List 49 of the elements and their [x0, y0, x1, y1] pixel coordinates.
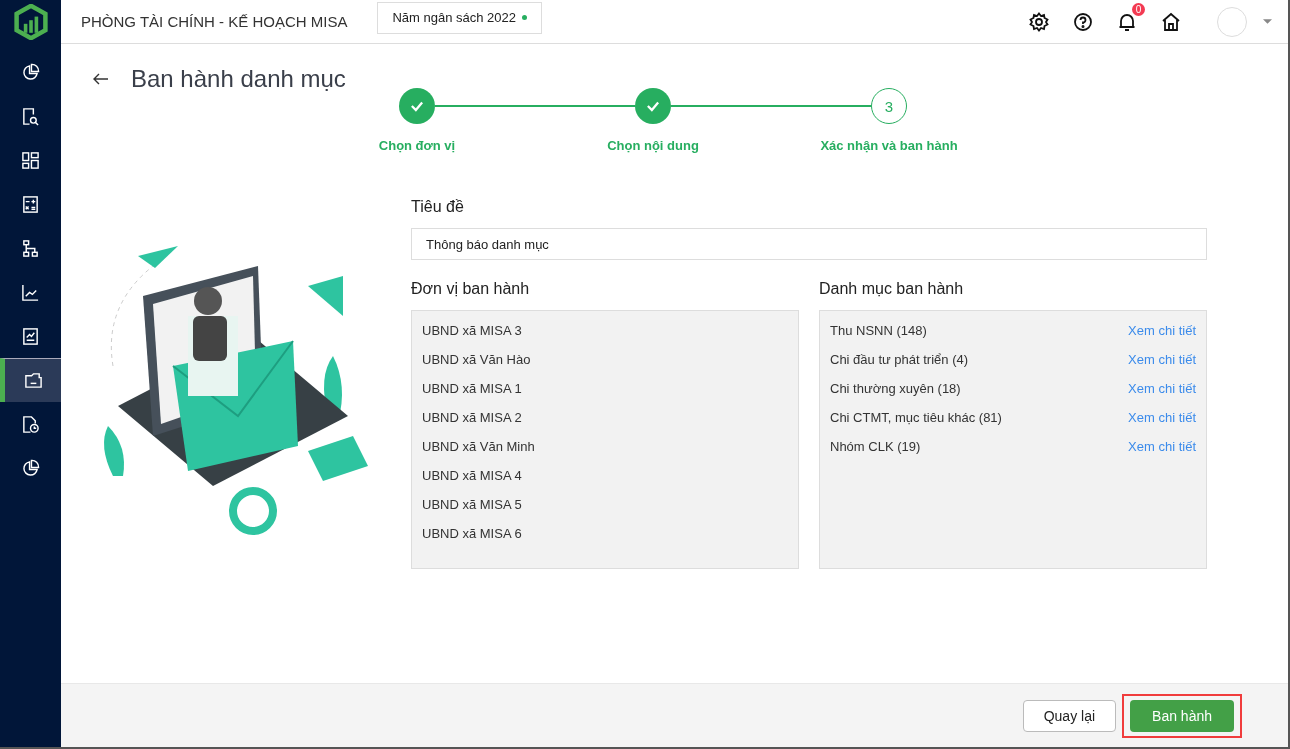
help-icon[interactable]: [1073, 11, 1093, 32]
hierarchy-icon: [21, 238, 40, 258]
view-details-link[interactable]: Xem chi tiết: [1128, 439, 1196, 454]
field-label: Tiêu đề: [411, 198, 465, 216]
line-chart-icon: [21, 282, 40, 302]
unit-name: UBND xã MISA 3: [421, 322, 523, 340]
home-icon[interactable]: [1161, 11, 1181, 32]
document-clock-icon: [21, 414, 40, 434]
unit-name: UBND xã Văn Minh: [421, 438, 536, 456]
logo-icon: [12, 4, 49, 40]
report-icon: [21, 326, 40, 346]
document-search-icon: [21, 106, 40, 126]
bell-icon[interactable]: [1117, 11, 1137, 32]
unit-name: UBND xã MISA 1: [421, 380, 523, 398]
unit-name: UBND xã MISA 4: [421, 467, 523, 485]
category-name: Chi đầu tư phát triển (4): [830, 352, 969, 367]
section-label: Đơn vị ban hành: [411, 280, 531, 298]
category-name: Chi thường xuyên (18): [830, 381, 961, 396]
page-title: Ban hành danh mục: [131, 65, 346, 93]
issue-button[interactable]: Ban hành: [1130, 699, 1234, 732]
calculator-icon: [21, 194, 40, 214]
caret-icon[interactable]: [1263, 18, 1272, 25]
unit-name: UBND xã MISA 2: [421, 409, 523, 427]
view-details-link[interactable]: Xem chi tiết: [1128, 410, 1196, 425]
back-arrow-icon[interactable]: [93, 73, 109, 85]
category-name: Nhóm CLK (19): [830, 439, 921, 454]
view-details-link[interactable]: Xem chi tiết: [1128, 381, 1196, 396]
step-label: Chọn đơn vị: [378, 138, 456, 153]
back-button[interactable]: Quay lại: [1022, 699, 1117, 732]
unit-name: UBND xã MISA 6: [421, 525, 523, 543]
unit-name: UBND xã MISA 5: [421, 496, 523, 514]
step-label: Xác nhận và ban hành: [820, 138, 958, 153]
budget-year-selector[interactable]: Năm ngân sách 2022: [377, 1, 542, 34]
step-label: Chọn nội dung: [607, 138, 699, 153]
section-label: Danh mục ban hành: [819, 280, 965, 298]
sidebar-item[interactable]: [0, 358, 61, 402]
organization-title: PHÒNG TÀI CHÍNH - KẾ HOẠCH MISA: [81, 13, 348, 30]
notification-count: 0: [1132, 2, 1145, 16]
unit-name: UBND xã Văn Hào: [421, 351, 532, 369]
category-name: Thu NSNN (148): [830, 323, 927, 338]
view-details-link[interactable]: Xem chi tiết: [1128, 352, 1196, 367]
title-input-field[interactable]: Thông báo danh mục: [411, 228, 1207, 260]
settings-icon[interactable]: [1029, 11, 1049, 32]
pie-chart-icon: [21, 458, 40, 478]
category-name: Chi CTMT, mục tiêu khác (81): [830, 410, 1002, 425]
pie-chart-icon: [21, 62, 40, 82]
folder-icon: [23, 371, 43, 390]
dashboard-icon: [21, 150, 40, 170]
view-details-link[interactable]: Xem chi tiết: [1128, 323, 1196, 338]
